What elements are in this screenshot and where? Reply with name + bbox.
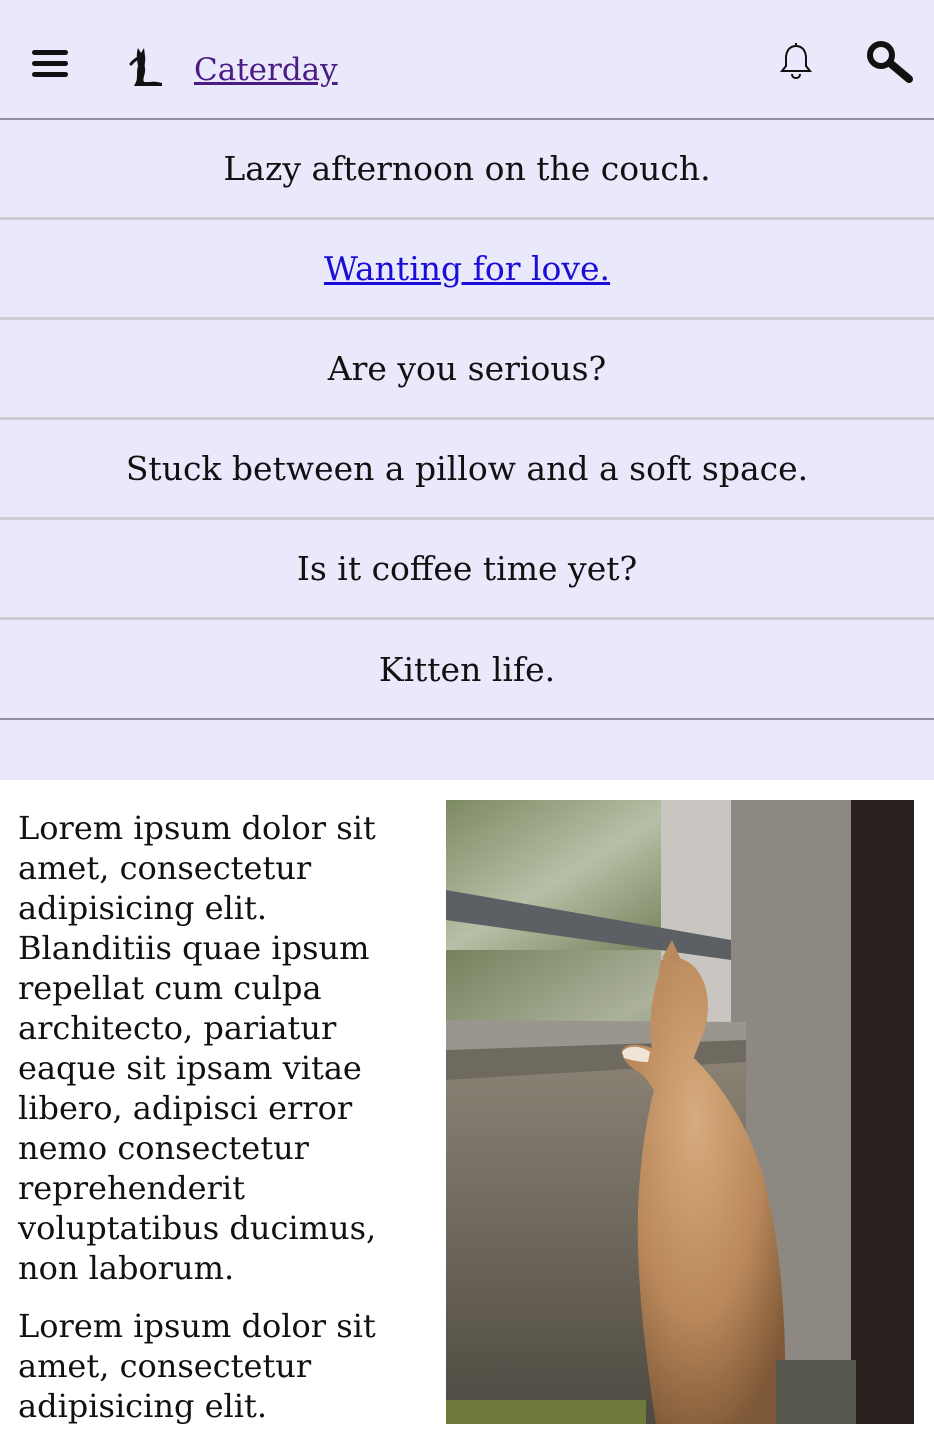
nav-item-coffee-time[interactable]: Is it coffee time yet? (0, 520, 934, 620)
nav-item-label: Kitten life. (378, 649, 556, 689)
nav-item-label: Are you serious? (327, 349, 607, 388)
cat-photo (446, 800, 914, 1424)
nav-list: Lazy afternoon on the couch. Wanting for… (0, 120, 934, 780)
cat-logo-icon (129, 48, 162, 86)
nav-item-label[interactable]: Wanting for love. (324, 249, 610, 288)
top-bar: Caterday (0, 0, 934, 120)
article-paragraph: Lorem ipsum dolor sit amet, consectetur … (18, 1307, 376, 1425)
article: Lorem ipsum dolor sit amet, consectetur … (0, 780, 934, 1452)
nav-item-kitten-life[interactable]: Kitten life. (0, 620, 934, 720)
nav-item-stuck-between[interactable]: Stuck between a pillow and a soft space. (0, 420, 934, 520)
nav-item-label: Lazy afternoon on the couch. (223, 149, 711, 188)
nav-item-label: Is it coffee time yet? (296, 549, 638, 588)
nav-item-wanting-for-love[interactable]: Wanting for love. (0, 220, 934, 320)
brand-link[interactable]: Caterday (194, 52, 338, 88)
article-text: Lorem ipsum dolor sit amet, consectetur … (18, 808, 418, 1444)
nav-item-lazy-afternoon[interactable]: Lazy afternoon on the couch. (0, 120, 934, 220)
menu-icon[interactable] (32, 50, 68, 80)
article-paragraph: Lorem ipsum dolor sit amet, consectetur … (18, 809, 377, 1287)
bell-icon[interactable] (778, 42, 814, 82)
nav-spacer (0, 720, 934, 780)
nav-item-label: Stuck between a pillow and a soft space. (125, 449, 809, 488)
nav-item-are-you-serious[interactable]: Are you serious? (0, 320, 934, 420)
search-icon[interactable] (864, 38, 914, 84)
